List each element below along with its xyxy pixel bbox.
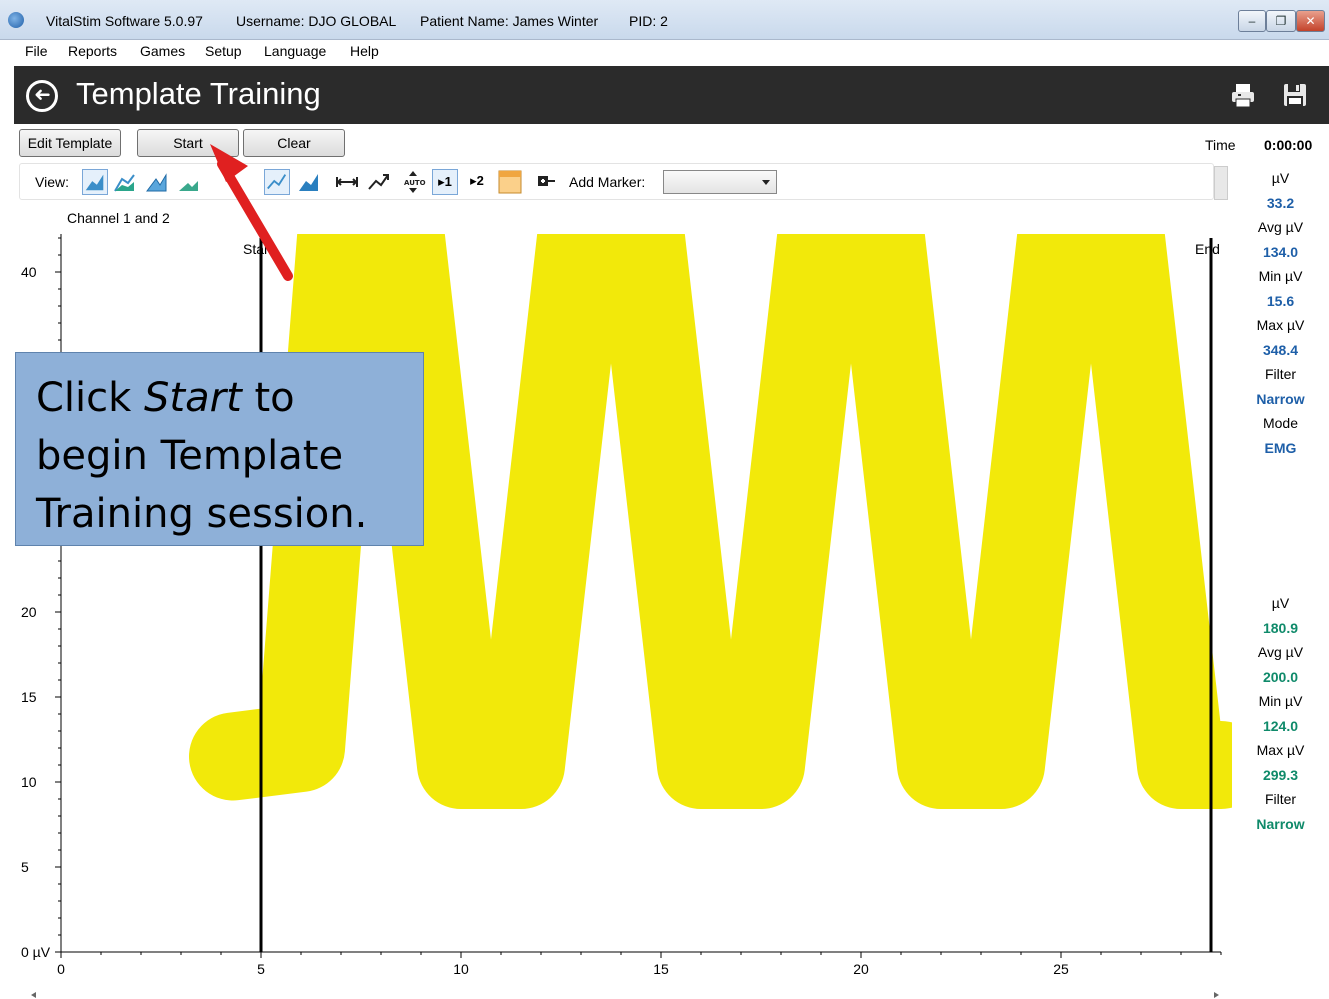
ch1-uv-value: 33.2 [1266,194,1295,211]
view-small-area-icon[interactable] [176,169,202,195]
view-stacked-area-icon[interactable] [112,169,138,195]
ch1-avg-value: 134.0 [1262,243,1299,260]
view-toolbar: View: AUTO ▸1 ▸2 Add Marker: [19,163,1214,200]
callout-text-start: Click [36,375,145,421]
template-color-icon[interactable] [497,169,523,195]
ch2-max-label: Max µV [1256,742,1305,758]
print-icon[interactable] [1230,82,1256,108]
menu-file[interactable]: File [25,43,48,59]
ch2-min-label: Min µV [1258,693,1303,709]
add-marker-label: Add Marker: [569,174,646,190]
username-label: Username: DJO GLOBAL [236,13,397,29]
menu-setup[interactable]: Setup [205,43,242,59]
ch1-min-label: Min µV [1258,268,1303,284]
channel-1-toggle[interactable]: ▸1 [432,169,458,195]
maximize-button[interactable]: ❐ [1266,10,1296,32]
x-tick-label: 25 [1053,961,1069,977]
view-filled-area-icon[interactable] [82,169,108,195]
ch1-uv-label: µV [1271,170,1290,186]
ch2-uv-value: 180.9 [1262,619,1299,636]
ch1-avg-label: Avg µV [1257,219,1304,235]
plot-top-mask [0,228,1232,234]
time-label: Time [1205,137,1236,153]
save-icon[interactable] [1282,82,1308,108]
pointer-arrow-icon [210,144,293,281]
time-value: 0:00:00 [1264,137,1313,153]
y-tick-label: 10 [21,774,37,790]
pid-label: PID: 2 [629,13,668,29]
menu-games[interactable]: Games [140,43,185,59]
back-arrow-glyph: ➜ [33,84,51,106]
y-tick-label: 0 µV [21,944,51,960]
ch1-filter-value: Narrow [1256,390,1305,407]
fit-width-icon[interactable] [334,169,360,195]
ch1-max-value: 348.4 [1262,341,1299,358]
callout-emphasis: Start [144,375,242,421]
svg-text:AUTO: AUTO [404,179,426,187]
app-icon [8,12,24,28]
add-marker-icon [538,176,555,186]
patient-name-label: Patient Name: James Winter [420,13,599,29]
page-title: Template Training [76,76,321,111]
x-tick-label: 10 [453,961,469,977]
scroll-left-icon [31,992,36,998]
toolbar-scrollbar[interactable] [1214,166,1228,200]
menu-help[interactable]: Help [350,43,379,59]
ch2-uv-label: µV [1271,595,1290,611]
window-titlebar: VitalStim Software 5.0.97 Username: DJO … [0,0,1329,40]
ch1-min-value: 15.6 [1266,292,1295,309]
x-tick-label: 20 [853,961,869,977]
minimize-button[interactable]: – [1238,10,1266,32]
scroll-right-icon [1214,992,1219,998]
y-tick-label: 5 [21,859,29,875]
instruction-callout: Click Start to begin Template Training s… [15,352,424,546]
channel-1-stats: µV 33.2 Avg µV 134.0 Min µV 15.6 Max µV … [1232,166,1329,460]
emg-plot[interactable]: 0 5 10 15 20 25 0 µV 5 10 15 20 40 Start End [0,228,1232,999]
app-title: VitalStim Software 5.0.97 [46,13,203,29]
x-tick-label: 0 [57,961,65,977]
add-marker-dropdown[interactable] [663,170,777,194]
channel-2-number: 2 [476,173,484,188]
auto-scale-icon[interactable]: AUTO [400,169,426,195]
page-header: ➜ Template Training [14,66,1329,124]
channel-label: Channel 1 and 2 [67,210,170,226]
menu-bar: File Reports Games Setup Language Help [14,40,1329,66]
y-tick-label: 40 [21,264,37,280]
channel-1-number: 1 [444,174,452,189]
view-area-outline-icon[interactable] [144,169,170,195]
close-button[interactable]: ✕ [1296,10,1325,32]
ch1-filter-label: Filter [1264,366,1297,382]
channel-2-stats: µV 180.9 Avg µV 200.0 Min µV 124.0 Max µ… [1232,591,1329,836]
ch2-min-value: 124.0 [1262,717,1299,734]
ch1-mode-label: Mode [1262,415,1299,431]
view-label: View: [35,174,69,190]
y-tick-label: 15 [21,689,37,705]
auto-scroll-icon[interactable] [366,169,392,195]
edit-template-button[interactable]: Edit Template [19,129,121,157]
x-tick-label: 15 [653,961,669,977]
ch2-avg-value: 200.0 [1262,668,1299,685]
ch2-max-value: 299.3 [1262,766,1299,783]
channel-2-toggle[interactable]: ▸2 [464,169,490,195]
x-tick-label: 5 [257,961,265,977]
ch2-filter-label: Filter [1264,791,1297,807]
chevron-down-icon [762,180,770,185]
y-tick-label: 20 [21,604,37,620]
ch2-filter-value: Narrow [1256,815,1305,832]
ch2-avg-label: Avg µV [1257,644,1304,660]
marker-label-end: End [1195,241,1220,257]
menu-language[interactable]: Language [264,43,326,59]
back-arrow-icon[interactable]: ➜ [26,80,58,112]
ch1-mode-value: EMG [1264,439,1297,456]
menu-reports[interactable]: Reports [68,43,117,59]
ch1-max-label: Max µV [1256,317,1305,333]
